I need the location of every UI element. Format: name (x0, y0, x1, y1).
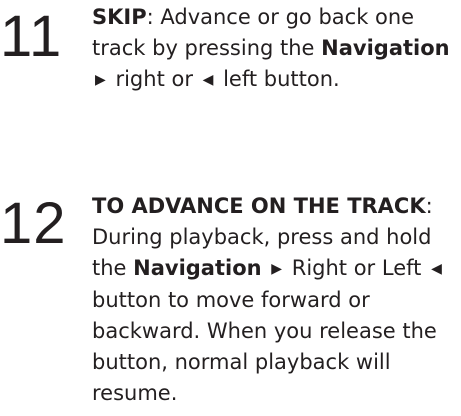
step-description: TO ADVANCE ON THE TRACK: During playback… (92, 191, 461, 409)
step-text-part: right or (108, 67, 200, 91)
step-title: TO ADVANCE ON THE TRACK (92, 194, 426, 218)
left-arrow-icon: ◀ (202, 72, 214, 88)
step-title: SKIP (92, 5, 147, 29)
step-number: 12 (0, 191, 67, 256)
title-colon: : (146, 5, 154, 29)
step-text-part: left button. (216, 67, 340, 91)
right-arrow-icon: ▶ (271, 261, 283, 277)
step-text-part: button to move forward or backward. When… (92, 288, 437, 405)
title-colon: : (425, 194, 433, 218)
navigation-label: Navigation (133, 256, 262, 280)
navigation-label: Navigation (321, 36, 450, 60)
step-description: SKIP: Advance or go back one track by pr… (92, 2, 461, 96)
step-text-part: Right or Left (285, 256, 429, 280)
step-number: 11 (0, 4, 63, 69)
right-arrow-icon: ▶ (95, 72, 106, 88)
left-arrow-icon: ◀ (431, 261, 442, 277)
